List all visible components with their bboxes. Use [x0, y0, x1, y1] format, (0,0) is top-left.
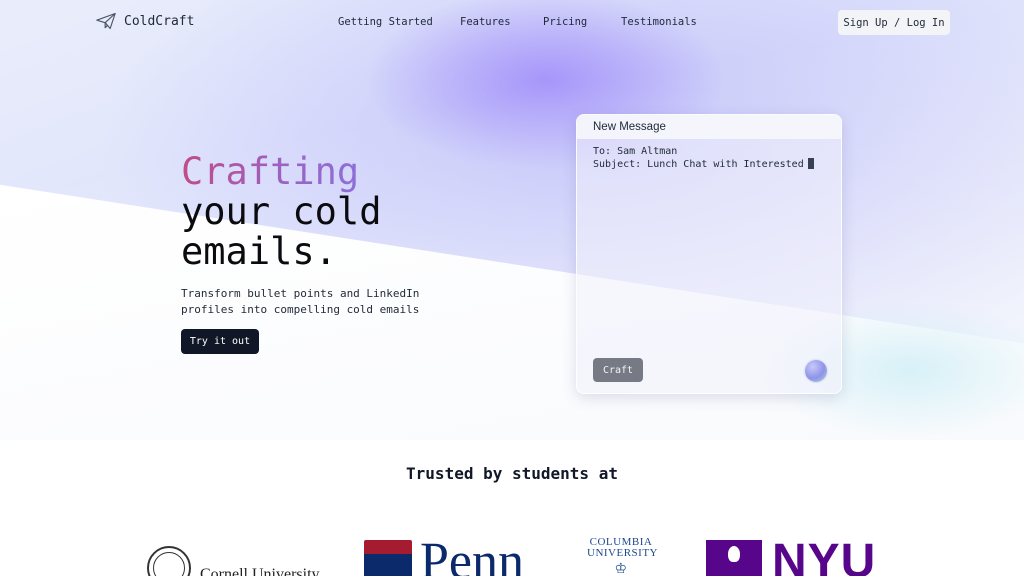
- columbia-logo-line2: UNIVERSITY: [587, 547, 658, 559]
- columbia-logo: COLUMBIA UNIVERSITY ♔: [587, 537, 658, 576]
- top-nav: ColdCraft Getting Started Features Prici…: [0, 0, 1024, 44]
- hero-title: Crafting your cold emails.: [181, 152, 381, 272]
- composer-subject-row: Subject: Lunch Chat with Interested: [593, 158, 825, 171]
- brand-name: ColdCraft: [124, 13, 195, 29]
- craft-button[interactable]: Craft: [593, 358, 643, 382]
- nav-testimonials[interactable]: Testimonials: [621, 16, 697, 28]
- hero-title-line3: emails.: [181, 230, 337, 273]
- hero-background: [0, 0, 1024, 576]
- nyu-torch-icon: [706, 540, 762, 576]
- nyu-logo-text: NYU: [772, 536, 877, 576]
- composer-subject-line: Subject: Lunch Chat with Interested: [593, 159, 804, 170]
- hero-subtitle: Transform bullet points and LinkedIn pro…: [181, 287, 420, 316]
- penn-logo: Penn: [364, 536, 524, 576]
- hero-title-line2: your cold: [181, 190, 382, 233]
- try-it-out-button[interactable]: Try it out: [181, 329, 259, 354]
- hero-title-highlight: Crafting: [181, 150, 360, 193]
- cornell-seal-icon: [147, 546, 191, 576]
- signup-login-button[interactable]: Sign Up / Log In: [838, 10, 950, 35]
- nav-getting-started[interactable]: Getting Started: [338, 16, 433, 28]
- penn-shield-icon: [364, 540, 412, 576]
- composer-to-line: To: Sam Altman: [593, 146, 678, 157]
- penn-logo-text: Penn: [420, 536, 524, 576]
- cornell-logo-text: Cornell University: [200, 566, 320, 576]
- gradient-orb-icon[interactable]: [805, 360, 827, 382]
- nav-features[interactable]: Features: [460, 16, 511, 28]
- nyu-logo: NYU: [706, 536, 877, 576]
- email-composer: New Message To: Sam Altman Subject: Lunc…: [576, 114, 842, 394]
- university-logos: Cornell University Penn COLUMBIA UNIVERS…: [0, 536, 1024, 576]
- composer-header: New Message: [577, 115, 841, 139]
- trusted-heading: Trusted by students at: [406, 464, 618, 483]
- text-cursor: [807, 158, 814, 169]
- crown-icon: ♔: [614, 562, 628, 576]
- hero-fade: [0, 0, 1024, 440]
- brand-logo[interactable]: ColdCraft: [96, 12, 194, 30]
- paper-plane-icon: [96, 12, 116, 30]
- cornell-logo: Cornell University: [147, 546, 320, 576]
- hero-gradient: [0, 0, 1024, 344]
- nav-pricing[interactable]: Pricing: [543, 16, 587, 28]
- composer-body[interactable]: To: Sam Altman Subject: Lunch Chat with …: [577, 139, 841, 177]
